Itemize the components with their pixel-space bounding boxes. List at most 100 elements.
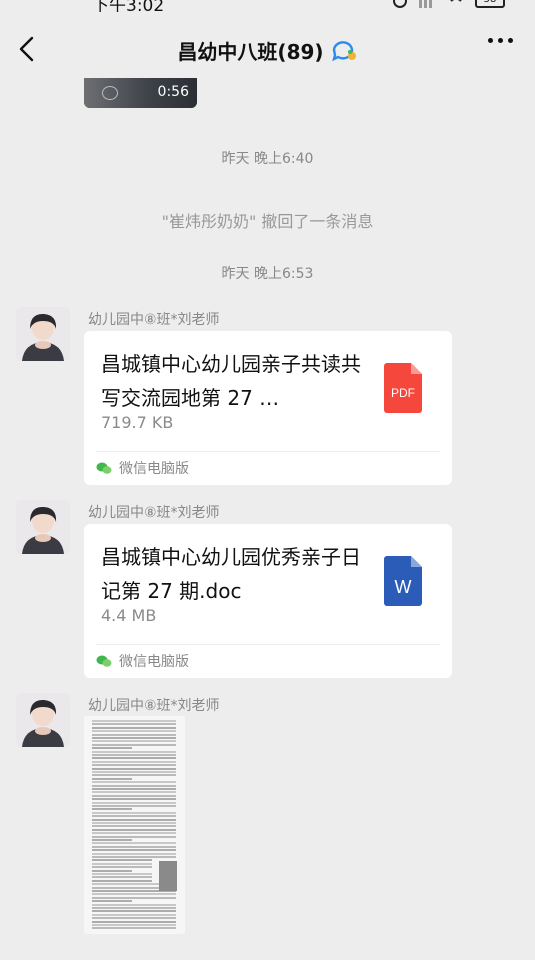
status-time: 下午3:02 <box>92 0 165 12</box>
avatar[interactable] <box>16 500 70 554</box>
document-text-line <box>92 849 176 852</box>
document-photo <box>159 861 177 891</box>
document-text-line <box>92 764 176 767</box>
document-text-line <box>92 825 176 828</box>
file-size: 4.4 MB <box>101 606 157 625</box>
sender-name: 幼儿园中⑧班*刘老师 <box>88 505 220 521</box>
document-text-line <box>92 920 176 923</box>
play-icon <box>102 86 118 100</box>
document-text-line <box>92 828 176 831</box>
more-dots-icon[interactable] <box>488 38 513 43</box>
document-text-line <box>92 896 176 899</box>
message-source: 微信电脑版 <box>96 651 189 671</box>
battery-icon: 58 <box>475 0 505 8</box>
timestamp: 昨天 晚上6:53 <box>221 266 314 282</box>
document-text-line <box>92 757 176 760</box>
sender-name: 幼儿园中⑧班*刘老师 <box>88 312 220 328</box>
document-text-line <box>92 781 176 784</box>
document-text-line <box>92 733 176 736</box>
timestamp: 昨天 晚上6:40 <box>221 151 314 167</box>
document-text-line <box>92 760 176 763</box>
document-text-line <box>92 798 176 801</box>
recall-system-message: "崔炜彤奶奶" 撤回了一条消息 <box>161 212 374 231</box>
document-text-line <box>92 788 176 790</box>
document-text-line <box>92 900 132 903</box>
document-text-line <box>92 743 176 746</box>
document-text-line <box>92 794 176 797</box>
document-text-line <box>92 801 176 804</box>
document-text-line <box>92 811 176 814</box>
avatar[interactable] <box>16 693 70 747</box>
document-text-line <box>92 924 176 926</box>
pdf-file-icon: PDF <box>384 363 422 413</box>
document-text-line <box>92 774 176 777</box>
file-message-card[interactable]: 昌城镇中心幼儿园优秀亲子日记第 27 期.doc 4.4 MB W 微信电脑版 <box>84 524 452 678</box>
document-text-line <box>92 815 176 818</box>
document-text-line <box>92 747 132 750</box>
document-text-line <box>92 842 176 845</box>
document-text-line <box>92 784 176 787</box>
card-divider <box>96 644 440 645</box>
document-text-line <box>92 740 176 743</box>
document-text-line <box>92 876 152 879</box>
document-text-line <box>92 859 152 862</box>
document-text-line <box>92 771 176 773</box>
message-source: 微信电脑版 <box>96 458 189 478</box>
document-text-line <box>92 818 176 821</box>
document-text-line <box>92 866 152 869</box>
file-type-label: PDF <box>391 386 415 400</box>
source-label: 微信电脑版 <box>119 654 189 670</box>
document-text-line <box>92 862 152 865</box>
document-text-line <box>92 839 132 841</box>
sender-name: 幼儿园中⑧班*刘老师 <box>88 698 220 714</box>
video-message-thumbnail[interactable]: 0:56 <box>84 78 197 108</box>
document-text-line <box>92 903 176 906</box>
document-text-line <box>92 730 176 733</box>
file-message-card[interactable]: 昌城镇中心幼儿园亲子共读共写交流园地第 27 … 719.7 KB PDF 微信… <box>84 331 452 485</box>
document-text-line <box>92 917 176 920</box>
file-size: 719.7 KB <box>101 413 174 432</box>
document-text-line <box>92 720 176 722</box>
document-text-line <box>92 910 176 913</box>
document-text-line <box>92 754 176 756</box>
alarm-icon <box>393 0 407 8</box>
document-text-line <box>92 879 152 882</box>
document-text-line <box>92 723 176 726</box>
signal-icon <box>419 0 432 8</box>
wechat-icon <box>96 655 112 667</box>
document-text-line <box>92 808 132 811</box>
document-text-line <box>92 856 176 858</box>
file-name: 昌城镇中心幼儿园优秀亲子日记第 27 期.doc <box>101 545 361 603</box>
source-label: 微信电脑版 <box>119 461 189 477</box>
document-text-line <box>92 893 176 896</box>
document-text-line <box>92 873 152 875</box>
document-text-line <box>92 835 176 838</box>
avatar[interactable] <box>16 307 70 361</box>
document-text-line <box>92 927 176 930</box>
status-bar: 下午3:02 58 <box>0 0 535 12</box>
document-image-message[interactable] <box>84 716 185 934</box>
document-text-line <box>92 907 176 909</box>
document-text-line <box>92 737 176 739</box>
document-text-line <box>92 913 176 916</box>
document-text-line <box>92 777 132 780</box>
wifi-icon <box>450 0 462 2</box>
document-text-line <box>92 726 176 729</box>
word-file-icon: W <box>384 556 422 606</box>
wechat-icon <box>96 462 112 474</box>
document-text-line <box>92 845 176 848</box>
status-icons: 58 <box>392 0 505 8</box>
card-divider <box>96 451 440 452</box>
document-text-line <box>92 767 176 770</box>
document-text-line <box>92 832 176 835</box>
document-text-line <box>92 822 176 824</box>
chat-header: 昌幼中八班(89) <box>0 22 535 78</box>
file-type-label: W <box>395 577 412 597</box>
document-text-line <box>92 805 176 807</box>
document-text-line <box>92 852 176 855</box>
chat-title-wrap[interactable]: 昌幼中八班(89) <box>0 36 535 65</box>
file-name: 昌城镇中心幼儿园亲子共读共写交流园地第 27 … <box>101 352 361 410</box>
document-text-line <box>92 869 132 872</box>
document-text-line <box>92 791 176 794</box>
chat-title: 昌幼中八班(89) <box>177 40 324 64</box>
